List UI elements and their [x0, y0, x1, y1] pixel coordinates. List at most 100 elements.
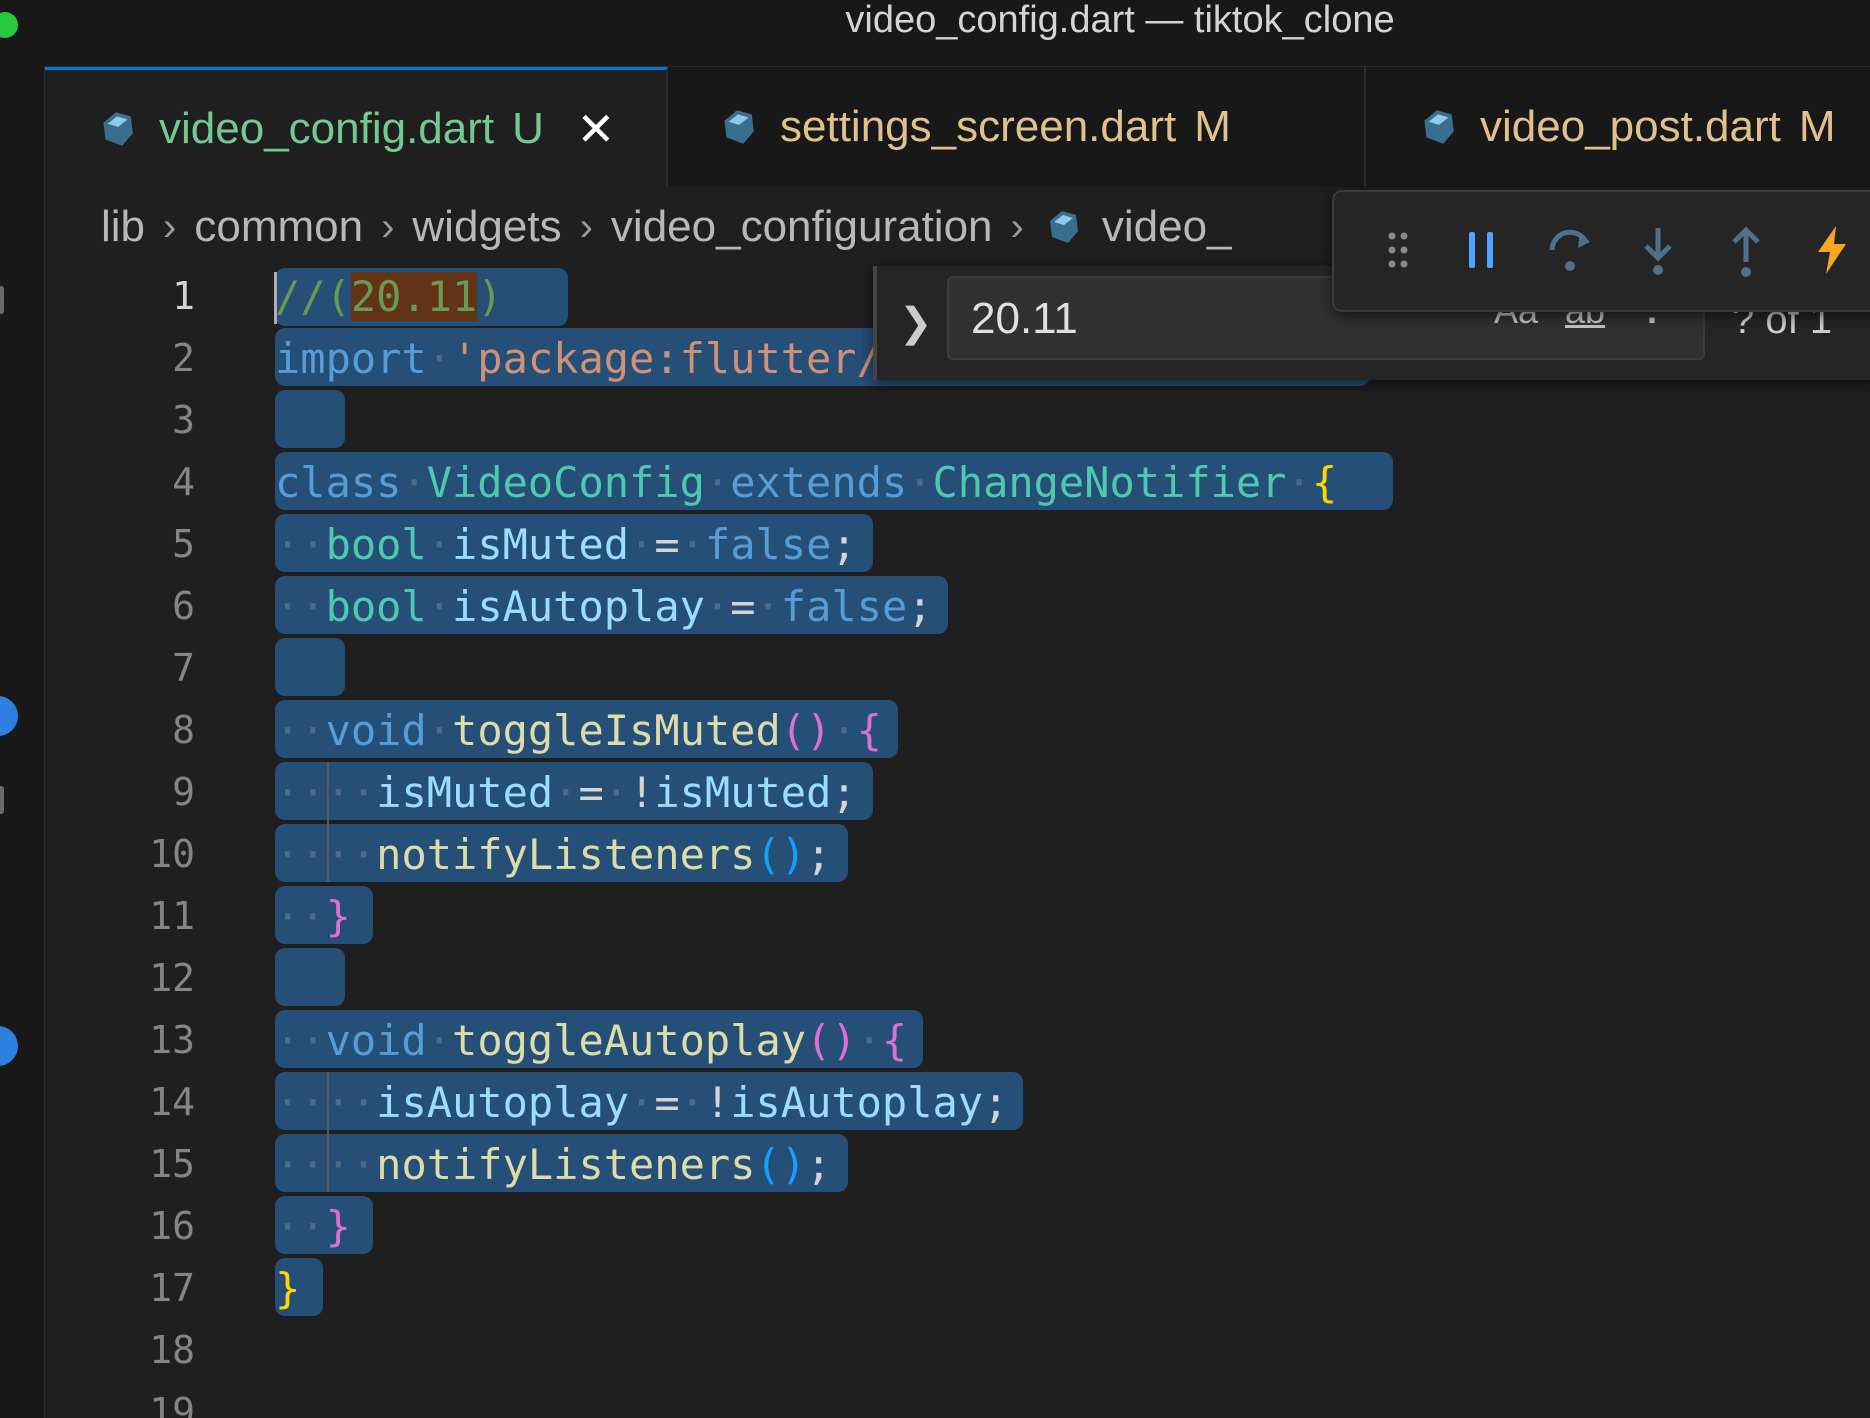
line-number: 1 — [172, 274, 195, 318]
line-number: 7 — [172, 646, 195, 690]
code-line-2: import·'package:flutter/ — [275, 334, 882, 383]
line-number: 14 — [149, 1080, 195, 1124]
line-number: 4 — [172, 460, 195, 504]
selection-highlight — [275, 948, 345, 1006]
line-number: 8 — [172, 708, 195, 752]
punct-token: ; — [983, 1078, 1009, 1127]
line-number: 5 — [172, 522, 195, 566]
code-line-10: ····notifyListeners(); — [275, 830, 832, 879]
variable-token: isAutoplay — [376, 1078, 630, 1127]
tab-label: video_config.dart — [159, 103, 495, 153]
bracket-token: () — [806, 1016, 857, 1065]
bracket-token: { — [856, 706, 882, 755]
code-line-17: } — [275, 1258, 300, 1320]
find-input-value: 20.11 — [971, 294, 1078, 343]
close-icon[interactable]: ✕ — [576, 102, 616, 156]
drag-handle-icon[interactable] — [1370, 222, 1426, 278]
breadcrumb-item-file[interactable]: video_ — [1102, 202, 1232, 252]
line-number: 18 — [149, 1328, 195, 1372]
variable-token: isMuted — [654, 768, 832, 817]
bracket-token: { — [881, 1016, 908, 1065]
line-number: 17 — [149, 1266, 195, 1310]
code-line-8: ··void·toggleIsMuted()·{ — [275, 706, 882, 755]
tab-settings-screen[interactable]: settings_screen.dart M — [668, 67, 1366, 187]
punct-token: ; — [831, 768, 857, 817]
operator-token: = — [654, 520, 680, 569]
line-number: 10 — [149, 832, 195, 876]
keyword-token: false — [704, 520, 832, 569]
breadcrumb-item-widgets[interactable]: widgets — [412, 202, 561, 252]
line-number: 13 — [149, 1018, 195, 1062]
code-line-14: ····isAutoplay·=·!isAutoplay; — [275, 1078, 1009, 1127]
variable-token: isMuted — [376, 768, 554, 817]
bracket-token: () — [780, 706, 832, 755]
breadcrumb-separator: › — [381, 204, 395, 249]
editor-tabs: video_config.dart U ✕ settings_screen.da… — [45, 67, 1870, 187]
code-line-5: ··bool·isMuted·=·false; — [275, 520, 857, 569]
line-number: 3 — [172, 398, 195, 442]
operator-token: = — [654, 1078, 680, 1127]
pause-icon[interactable] — [1454, 222, 1510, 278]
untracked-badge: U — [512, 103, 544, 153]
string-token: 'package:flutter/ — [452, 334, 882, 383]
tab-video-config[interactable]: video_config.dart U ✕ — [45, 67, 668, 187]
keyword-token: import — [275, 334, 427, 383]
code-line-6: ··bool·isAutoplay·=·false; — [275, 582, 933, 631]
step-out-icon[interactable] — [1718, 222, 1774, 278]
keyword-token: void — [325, 706, 427, 755]
code-editor[interactable]: 1 2 3 4 5 6 7 8 9 10 11 12 13 14 15 16 1… — [45, 266, 1870, 1418]
toggle-replace-chevron-icon[interactable]: ❯ — [899, 300, 933, 346]
activity-badge-icon[interactable] — [0, 1026, 18, 1066]
operator-token: = — [578, 768, 604, 817]
activity-item-icon[interactable] — [0, 286, 4, 314]
activity-badge-icon[interactable] — [0, 696, 18, 736]
punct-token: ; — [831, 520, 857, 569]
function-token: notifyListeners — [376, 830, 756, 879]
variable-token: isAutoplay — [452, 582, 705, 631]
keyword-token: false — [780, 582, 908, 631]
tab-video-post[interactable]: video_post.dart M — [1366, 67, 1870, 187]
debug-toolbar — [1332, 190, 1870, 312]
bracket-token: } — [325, 892, 351, 941]
variable-token: isAutoplay — [730, 1078, 984, 1127]
code-line-16: ··} — [275, 1202, 351, 1251]
punct-token: ; — [806, 1140, 832, 1189]
function-token: toggleAutoplay — [452, 1016, 807, 1065]
comment-token: //( — [275, 272, 351, 321]
bracket-token: { — [1311, 458, 1338, 507]
line-number: 6 — [172, 584, 195, 628]
find-match-highlight: 20.11 — [350, 272, 478, 321]
window-title: video_config.dart — tiktok_clone — [845, 0, 1395, 41]
bracket-token: } — [325, 1202, 351, 1251]
step-into-icon[interactable] — [1630, 222, 1686, 278]
type-token: ChangeNotifier — [932, 458, 1287, 507]
step-over-icon[interactable] — [1542, 222, 1598, 278]
type-token: VideoConfig — [426, 458, 705, 507]
line-number: 15 — [149, 1142, 195, 1186]
breadcrumb-separator: › — [579, 204, 593, 249]
line-number: 2 — [172, 336, 195, 380]
punct-token: ; — [806, 830, 832, 879]
dart-file-icon — [724, 110, 754, 144]
keyword-token: extends — [730, 458, 908, 507]
breadcrumb-separator: › — [1010, 204, 1024, 249]
code-line-13: ··void·toggleAutoplay()·{ — [275, 1016, 908, 1065]
breadcrumb-item-video-configuration[interactable]: video_configuration — [611, 202, 993, 252]
dart-file-icon — [103, 111, 133, 146]
modified-badge: M — [1194, 102, 1231, 151]
breadcrumb-item-lib[interactable]: lib — [101, 202, 145, 252]
line-number: 12 — [149, 956, 195, 1000]
type-token: bool — [325, 582, 427, 631]
bracket-token: () — [755, 830, 807, 879]
dart-file-icon — [1049, 211, 1078, 243]
activity-item-icon[interactable] — [0, 786, 4, 814]
hot-reload-icon[interactable] — [1804, 222, 1860, 278]
code-line-1: //(20.11) — [275, 266, 503, 328]
type-token: bool — [325, 520, 427, 569]
modified-badge: M — [1798, 102, 1836, 151]
bracket-token: } — [275, 1264, 301, 1313]
code-line-4: class·VideoConfig·extends·ChangeNotifier… — [275, 458, 1338, 507]
breadcrumb-item-common[interactable]: common — [194, 202, 363, 252]
keyword-token: class — [275, 458, 402, 507]
code-line-15: ····notifyListeners(); — [275, 1140, 832, 1189]
